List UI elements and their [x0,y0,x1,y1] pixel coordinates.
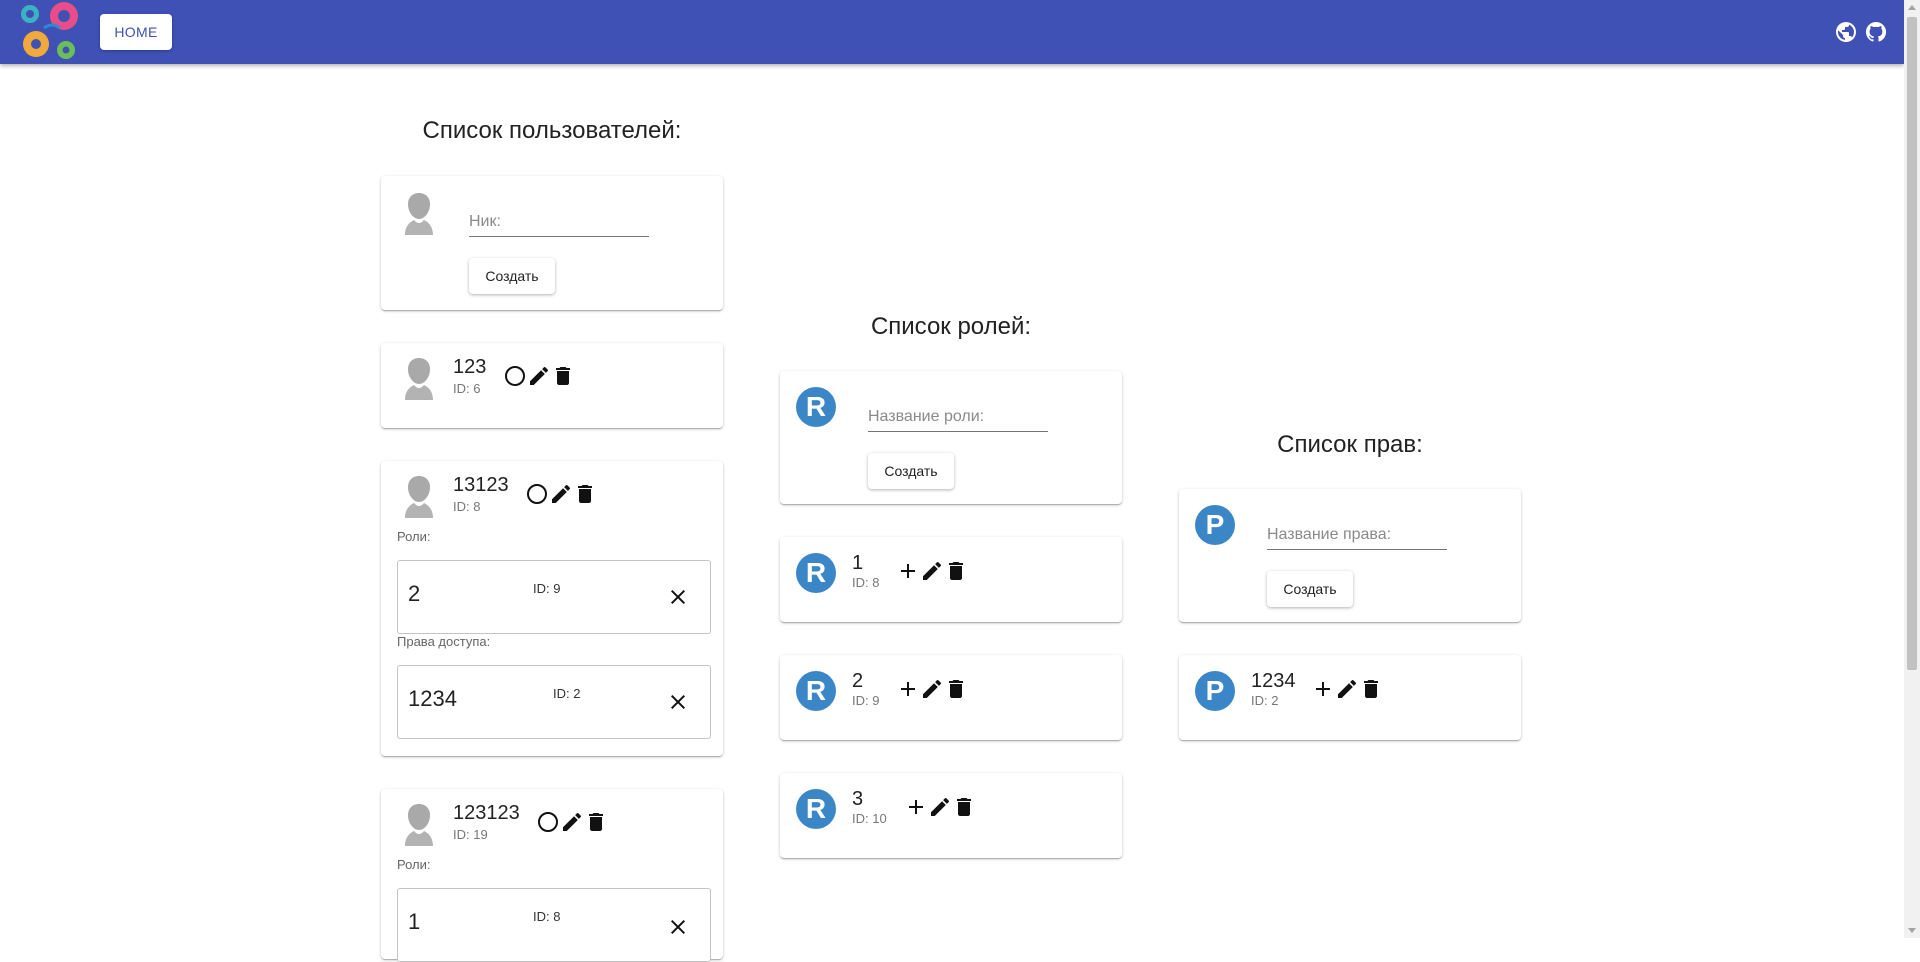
roles-heading: Список ролей: [870,313,1032,340]
add-icon[interactable] [904,795,928,819]
circle-icon[interactable] [536,810,560,834]
add-icon[interactable] [1311,677,1335,701]
roles-label: Роли: [397,857,431,872]
user-avatar-icon [399,802,439,846]
role-name: 2 [408,581,421,606]
circle-icon[interactable] [503,364,527,388]
delete-icon[interactable] [551,364,575,388]
users-heading: Список пользователей: [422,117,682,144]
edit-icon[interactable] [560,810,584,834]
user-avatar-icon [399,474,439,518]
role-name: 1 [852,552,864,574]
perm-badge-icon: P [1195,505,1235,545]
role-badge-icon: R [796,789,836,829]
delete-icon[interactable] [1359,677,1383,701]
perm-name-input[interactable]: Название права: [1267,520,1447,550]
delete-icon[interactable] [944,559,968,583]
create-role-card: R Название роли: Создать [780,371,1122,504]
perm-name: 1234 [408,686,457,711]
perms-label: Права доступа: [397,634,491,649]
close-icon[interactable] [666,915,690,939]
nick-input[interactable]: Ник: [469,207,649,237]
user-card: 13123 ID: 8 Роли: 2 ID: 9 Права доступа:… [381,461,723,756]
edit-icon[interactable] [920,559,944,583]
role-name: 3 [852,788,864,810]
logo-gears-icon[interactable] [14,0,86,64]
perm-id: ID: 2 [553,686,581,701]
perm-card: P 1234 ID: 2 [1179,655,1521,740]
edit-icon[interactable] [1335,677,1359,701]
role-id: ID: 10 [852,811,887,826]
delete-icon[interactable] [952,795,976,819]
user-id: ID: 19 [453,827,488,842]
create-role-button[interactable]: Создать [868,453,954,489]
role-name-input[interactable]: Название роли: [868,402,1048,432]
scrollbar-thumb[interactable] [1907,17,1917,670]
role-card: R 3 ID: 10 [780,773,1122,858]
user-id: ID: 6 [453,381,481,396]
perm-id: ID: 2 [1251,693,1279,708]
delete-icon[interactable] [584,810,608,834]
user-id: ID: 8 [453,499,481,514]
add-icon[interactable] [896,559,920,583]
role-card: R 2 ID: 9 [780,655,1122,740]
user-avatar-icon [399,191,439,235]
scroll-down-arrow-icon[interactable] [1908,928,1916,933]
edit-icon[interactable] [928,795,952,819]
add-icon[interactable] [896,677,920,701]
create-user-button[interactable]: Создать [469,258,555,294]
delete-icon[interactable] [944,677,968,701]
edit-icon[interactable] [549,482,573,506]
role-name: 1 [408,909,421,934]
assigned-role-item: 2 ID: 9 [397,560,711,634]
scroll-up-arrow-icon[interactable] [1908,5,1916,10]
perm-name: 1234 [1251,670,1296,692]
assigned-role-item: 1 ID: 8 [397,888,711,962]
close-icon[interactable] [666,690,690,714]
perm-badge-icon: P [1195,671,1235,711]
create-perm-button[interactable]: Создать [1267,571,1353,607]
edit-icon[interactable] [920,677,944,701]
user-card: 123 ID: 6 [381,343,723,428]
role-id: ID: 9 [852,693,880,708]
user-name: 13123 [453,474,509,496]
roles-label: Роли: [397,529,431,544]
globe-icon[interactable] [1834,20,1858,44]
role-name: 2 [852,670,864,692]
app-bar: HOME [0,0,1904,64]
assigned-perm-item: 1234 ID: 2 [397,665,711,739]
edit-icon[interactable] [527,364,551,388]
user-name: 123 [453,356,487,378]
user-card: 123123 ID: 19 Роли: 1 ID: 8 [381,789,723,962]
role-badge-icon: R [796,387,836,427]
user-name: 123123 [453,802,520,824]
role-badge-icon: R [796,553,836,593]
create-user-card: Ник: Создать [381,176,723,310]
role-badge-icon: R [796,671,836,711]
delete-icon[interactable] [573,482,597,506]
circle-icon[interactable] [525,482,549,506]
home-button[interactable]: HOME [100,14,172,50]
role-card: R 1 ID: 8 [780,537,1122,622]
github-icon[interactable] [1864,20,1888,44]
page-scrollbar[interactable] [1904,0,1920,938]
role-id: ID: 9 [533,581,561,596]
perms-heading: Список прав: [1277,431,1423,458]
create-perm-card: P Название права: Создать [1179,489,1521,622]
role-id: ID: 8 [533,909,561,924]
close-icon[interactable] [666,585,690,609]
user-avatar-icon [399,356,439,400]
role-id: ID: 8 [852,575,880,590]
